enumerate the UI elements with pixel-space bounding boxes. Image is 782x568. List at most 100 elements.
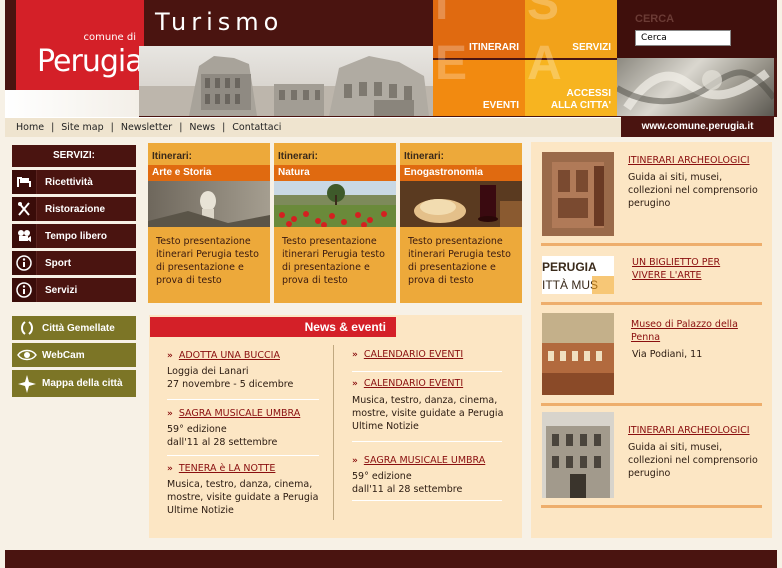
- divider: [167, 455, 319, 456]
- news-link[interactable]: SAGRA MUSICALE UMBRA: [179, 408, 300, 419]
- nav-tile-letter: A: [527, 37, 562, 90]
- right-link[interactable]: UN BIGLIETTO PER VIVERE L'ARTE: [632, 256, 752, 282]
- news-line: dall'11 al 28 settembre: [352, 484, 463, 495]
- news-link[interactable]: SAGRA MUSICALE UMBRA: [364, 455, 485, 466]
- divider: |: [222, 122, 226, 133]
- sidebar-heading: SERVIZI:: [12, 145, 136, 167]
- news-line: dall'11 al 28 settembre: [167, 437, 278, 448]
- itinerary-card-enogastronomia[interactable]: Itinerari: Enogastronomia Testo presenta…: [400, 143, 522, 303]
- divider: |: [110, 122, 114, 133]
- arrow-icon: »: [167, 351, 173, 361]
- card-heading: Enogastronomia: [400, 165, 522, 181]
- right-line: collezioni nel comprensorio: [628, 455, 758, 466]
- page-frame: comune di Perugia Turismo I ITINERARI S …: [0, 0, 782, 568]
- sidebar-mappa[interactable]: Mappa della città: [12, 370, 136, 397]
- arrow-icon: »: [167, 409, 173, 419]
- search-input[interactable]: [635, 30, 731, 46]
- sidebar-item-sport[interactable]: Sport: [12, 251, 136, 275]
- city-panorama-image: [139, 46, 433, 116]
- info-icon: [12, 278, 37, 302]
- sidebar-item-label: Sport: [45, 257, 72, 269]
- sidebar-item-label: Mappa della città: [42, 378, 123, 389]
- site-url[interactable]: www.comune.perugia.it: [621, 116, 774, 137]
- news-link[interactable]: CALENDARIO EVENTI: [364, 349, 463, 360]
- news-link[interactable]: CALENDARIO EVENTI: [364, 378, 463, 389]
- right-line: Via Podiani, 11: [632, 349, 703, 360]
- nav-tile-letter: I: [435, 0, 449, 30]
- card-kicker: Itinerari:: [278, 151, 319, 162]
- palazzo-penna-photo[interactable]: [542, 313, 614, 395]
- news-line: 59° edizione: [352, 471, 412, 482]
- right-line: collezioni nel comprensorio: [628, 185, 758, 196]
- logo-top-text: PERUGIA: [542, 258, 614, 276]
- brackets-icon: [12, 316, 42, 340]
- news-item: » CALENDARIO EVENTI: [352, 348, 512, 362]
- info-icon: [12, 251, 37, 275]
- sidebar-item-label: Ristorazione: [45, 203, 106, 215]
- right-link[interactable]: ITINERARI ARCHEOLOGICI: [628, 424, 750, 437]
- news-title: News & eventi: [150, 317, 396, 337]
- right-link[interactable]: Museo di Palazzo della Penna: [631, 318, 756, 344]
- nav-tile-letter: S: [527, 0, 560, 30]
- divider: [352, 441, 502, 442]
- right-line: Guida ai siti, musei,: [628, 172, 723, 183]
- news-line: Ultime Notizie: [352, 421, 419, 432]
- fork-knife-icon: [12, 197, 37, 221]
- toplink-site-map[interactable]: Site map: [61, 122, 103, 133]
- sidebar-item-ricettivita[interactable]: Ricettività: [12, 170, 136, 194]
- card-text: Testo presentazione itinerari Perugia te…: [156, 236, 259, 286]
- news-line: Musica, testro, danza, cinema,: [167, 479, 313, 490]
- comune-logo[interactable]: comune di Perugia: [16, 0, 144, 90]
- toplink-contattaci[interactable]: Contattaci: [232, 122, 281, 133]
- news-line: mostre, visite guidate a Perugia: [167, 492, 319, 503]
- arrow-icon: »: [352, 350, 358, 360]
- news-section: News & eventi » ADOTTA UNA BUCCIA Loggia …: [149, 315, 522, 538]
- nav-tile-accessi[interactable]: A ACCESSI ALLA CITTA': [525, 37, 617, 116]
- card-photo-poppies: [274, 181, 396, 227]
- news-item: » TENERA è LA NOTTE Musica, testro, danza…: [167, 462, 332, 517]
- itinerary-card-natura[interactable]: Itinerari: Natura Testo presentazione it…: [274, 143, 396, 303]
- sidebar-item-label: Città Gemellate: [42, 322, 115, 334]
- card-text: Testo presentazione itinerari Perugia te…: [408, 236, 511, 286]
- divider: [167, 399, 319, 400]
- card-heading: Natura: [274, 165, 396, 181]
- divider: |: [179, 122, 183, 133]
- card-text: Testo presentazione itinerari Perugia te…: [282, 236, 385, 286]
- search-label: CERCA: [635, 13, 675, 25]
- sidebar-item-label: WebCam: [42, 349, 85, 361]
- news-item: » SAGRA MUSICALE UMBRA 59° edizione dall'…: [352, 454, 517, 496]
- itinerary-card-arte[interactable]: Itinerari: Arte e Storia Testo presentaz…: [148, 143, 270, 303]
- compass-icon: [12, 372, 42, 396]
- toplink-newsletter[interactable]: Newsletter: [121, 122, 172, 133]
- perugia-citta-musei-logo[interactable]: PERUGIA ITTÀ MUS: [542, 256, 614, 294]
- right-line: perugino: [628, 198, 671, 209]
- sidebar-citta-gemellate[interactable]: Città Gemellate: [12, 316, 136, 340]
- card-photo-food: [400, 181, 522, 227]
- news-line: 59° edizione: [167, 424, 227, 435]
- sidebar-item-ristorazione[interactable]: Ristorazione: [12, 197, 136, 221]
- right-text: Guida ai siti, musei, collezioni nel com…: [628, 441, 768, 480]
- toplink-news[interactable]: News: [189, 122, 215, 133]
- news-line: Loggia dei Lanari: [167, 366, 249, 377]
- logo-bottom-label: ITTÀ MUS: [542, 278, 598, 292]
- search-area: CERCA: [617, 0, 777, 58]
- sidebar-item-label: Servizi: [45, 284, 78, 296]
- divider: |: [51, 122, 55, 133]
- palazzo-priori-photo[interactable]: [542, 412, 614, 498]
- news-link[interactable]: ADOTTA UNA BUCCIA: [179, 350, 280, 361]
- sidebar-webcam[interactable]: WebCam: [12, 343, 136, 367]
- right-link[interactable]: ITINERARI ARCHEOLOGICI: [628, 154, 750, 167]
- nav-tile-eventi[interactable]: E EVENTI: [433, 40, 525, 116]
- news-link[interactable]: TENERA è LA NOTTE: [179, 463, 276, 474]
- news-line: Musica, testro, danza, cinema,: [352, 395, 498, 406]
- sidebar-item-servizi[interactable]: Servizi: [12, 278, 136, 302]
- logo-small-text: comune di: [83, 32, 137, 43]
- sidebar-item-tempo-libero[interactable]: Tempo libero: [12, 224, 136, 248]
- archaeology-photo[interactable]: [542, 152, 614, 236]
- toplink-home[interactable]: Home: [16, 122, 44, 133]
- divider: [352, 500, 502, 501]
- footer-bar: [5, 550, 777, 568]
- arrow-icon: »: [352, 379, 358, 389]
- divider: [352, 371, 502, 372]
- logo-big-text: Perugia: [37, 44, 144, 79]
